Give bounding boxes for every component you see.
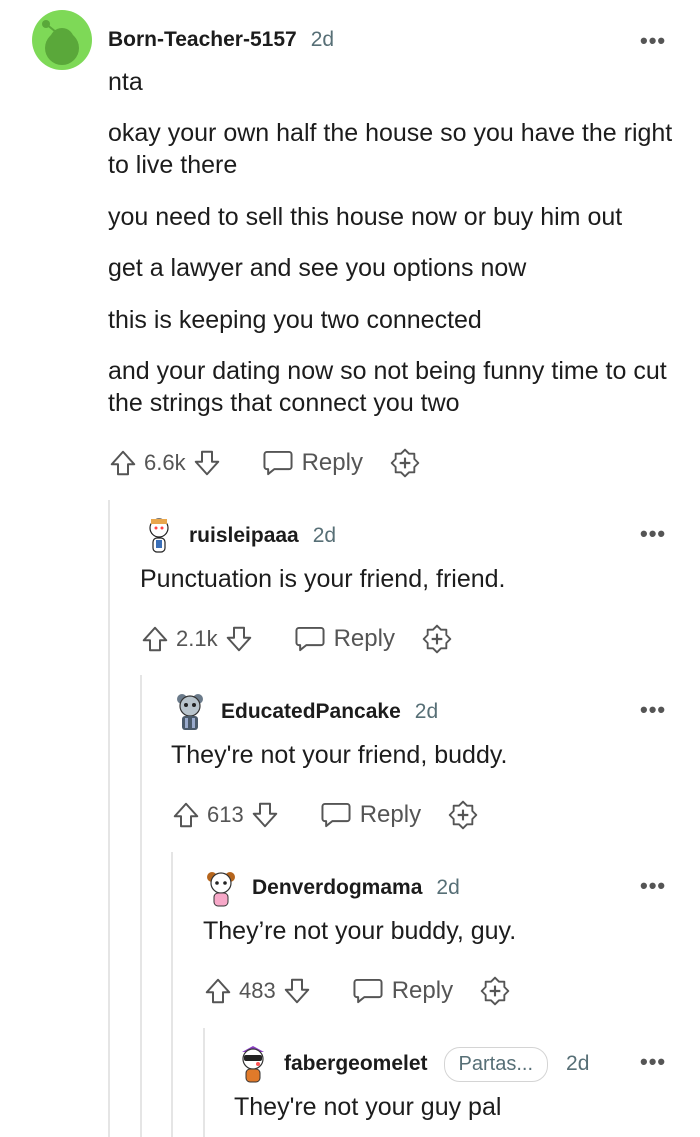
downvote-icon[interactable] <box>224 624 254 654</box>
comment-actions: 6.6k Reply <box>108 443 421 483</box>
reply-button[interactable]: Reply <box>320 800 421 830</box>
reply-label: Reply <box>359 801 422 828</box>
more-options-icon[interactable]: ••• <box>640 697 666 723</box>
more-options-icon[interactable]: ••• <box>640 1049 666 1075</box>
comment-actions: 2.1k Reply <box>140 619 453 659</box>
comment-body: They're not your guy pal <box>234 1093 502 1121</box>
avatar[interactable] <box>173 692 207 732</box>
thread-line-3 <box>171 852 173 1137</box>
upvote-icon[interactable] <box>140 624 170 654</box>
vote-score: 613 <box>207 802 244 827</box>
timestamp: 2d <box>310 28 335 51</box>
upvote-icon[interactable] <box>171 800 201 830</box>
more-options-icon[interactable]: ••• <box>640 28 666 54</box>
avatar[interactable] <box>32 10 92 70</box>
reply-label: Reply <box>333 625 395 652</box>
award-plus-icon[interactable] <box>389 447 421 479</box>
comment-header: Born-Teacher-5157 2d <box>32 10 334 70</box>
downvote-icon[interactable] <box>192 448 222 478</box>
more-options-icon[interactable]: ••• <box>640 521 666 547</box>
reply-button[interactable]: Reply <box>294 624 395 654</box>
award-plus-icon[interactable] <box>421 623 453 655</box>
username[interactable]: Born-Teacher-5157 <box>108 28 297 52</box>
comment-paragraph: nta <box>108 68 143 96</box>
timestamp: 2d <box>436 876 460 899</box>
avatar[interactable] <box>236 1044 270 1084</box>
username[interactable]: Denverdogmama <box>252 876 422 900</box>
username[interactable]: fabergeomelet <box>284 1052 428 1076</box>
reply-button[interactable]: Reply <box>262 448 363 478</box>
downvote-icon[interactable] <box>282 976 312 1006</box>
vote-score: 6.6k <box>144 450 186 475</box>
reply-label: Reply <box>391 977 454 1004</box>
thread-line-4 <box>203 1028 205 1137</box>
comment-header: EducatedPancake 2d <box>173 692 438 732</box>
upvote-icon[interactable] <box>203 976 233 1006</box>
comment-header: ruisleipaaa 2d <box>143 516 336 556</box>
upvote-icon[interactable] <box>108 448 138 478</box>
timestamp: 2d <box>312 524 337 547</box>
comment-bubble-icon <box>320 800 352 830</box>
downvote-icon[interactable] <box>250 800 280 830</box>
thread-line-2 <box>140 675 142 1137</box>
comment-actions: 483 Reply <box>203 971 511 1011</box>
comment-body: They’re not your buddy, guy. <box>203 917 517 945</box>
timestamp: 2d <box>566 1052 590 1075</box>
comment-bubble-icon <box>262 448 294 478</box>
comment-paragraph: okay your own half the house so you have… <box>108 119 673 179</box>
comment-header: Denverdogmama 2d <box>204 868 460 908</box>
avatar[interactable] <box>143 516 175 556</box>
avatar[interactable] <box>204 868 238 908</box>
vote-score: 483 <box>239 978 276 1003</box>
username[interactable]: ruisleipaaa <box>189 524 299 548</box>
reply-label: Reply <box>301 449 363 476</box>
award-plus-icon[interactable] <box>447 799 479 831</box>
comment-paragraph: you need to sell this house now or buy h… <box>108 203 623 231</box>
comment-body: They're not your friend, buddy. <box>171 741 508 769</box>
more-options-icon[interactable]: ••• <box>640 873 666 899</box>
comment-bubble-icon <box>352 976 384 1006</box>
reply-button[interactable]: Reply <box>352 976 453 1006</box>
comment-paragraph: and your dating now so not being funny t… <box>108 357 667 417</box>
timestamp: 2d <box>414 700 439 723</box>
comment-paragraph: get a lawyer and see you options now <box>108 254 527 282</box>
comment-paragraph: this is keeping you two connected <box>108 306 482 334</box>
comment-bubble-icon <box>294 624 326 654</box>
comment-body: Punctuation is your friend, friend. <box>140 565 506 593</box>
thread-line-1 <box>108 500 110 1137</box>
user-flair[interactable]: Partas... <box>443 1046 549 1082</box>
award-plus-icon[interactable] <box>479 975 511 1007</box>
comment-actions: 613 Reply <box>171 795 479 835</box>
username[interactable]: EducatedPancake <box>221 700 401 724</box>
vote-score: 2.1k <box>176 626 218 651</box>
comment-header: fabergeomelet Partas... 2d <box>236 1044 589 1084</box>
